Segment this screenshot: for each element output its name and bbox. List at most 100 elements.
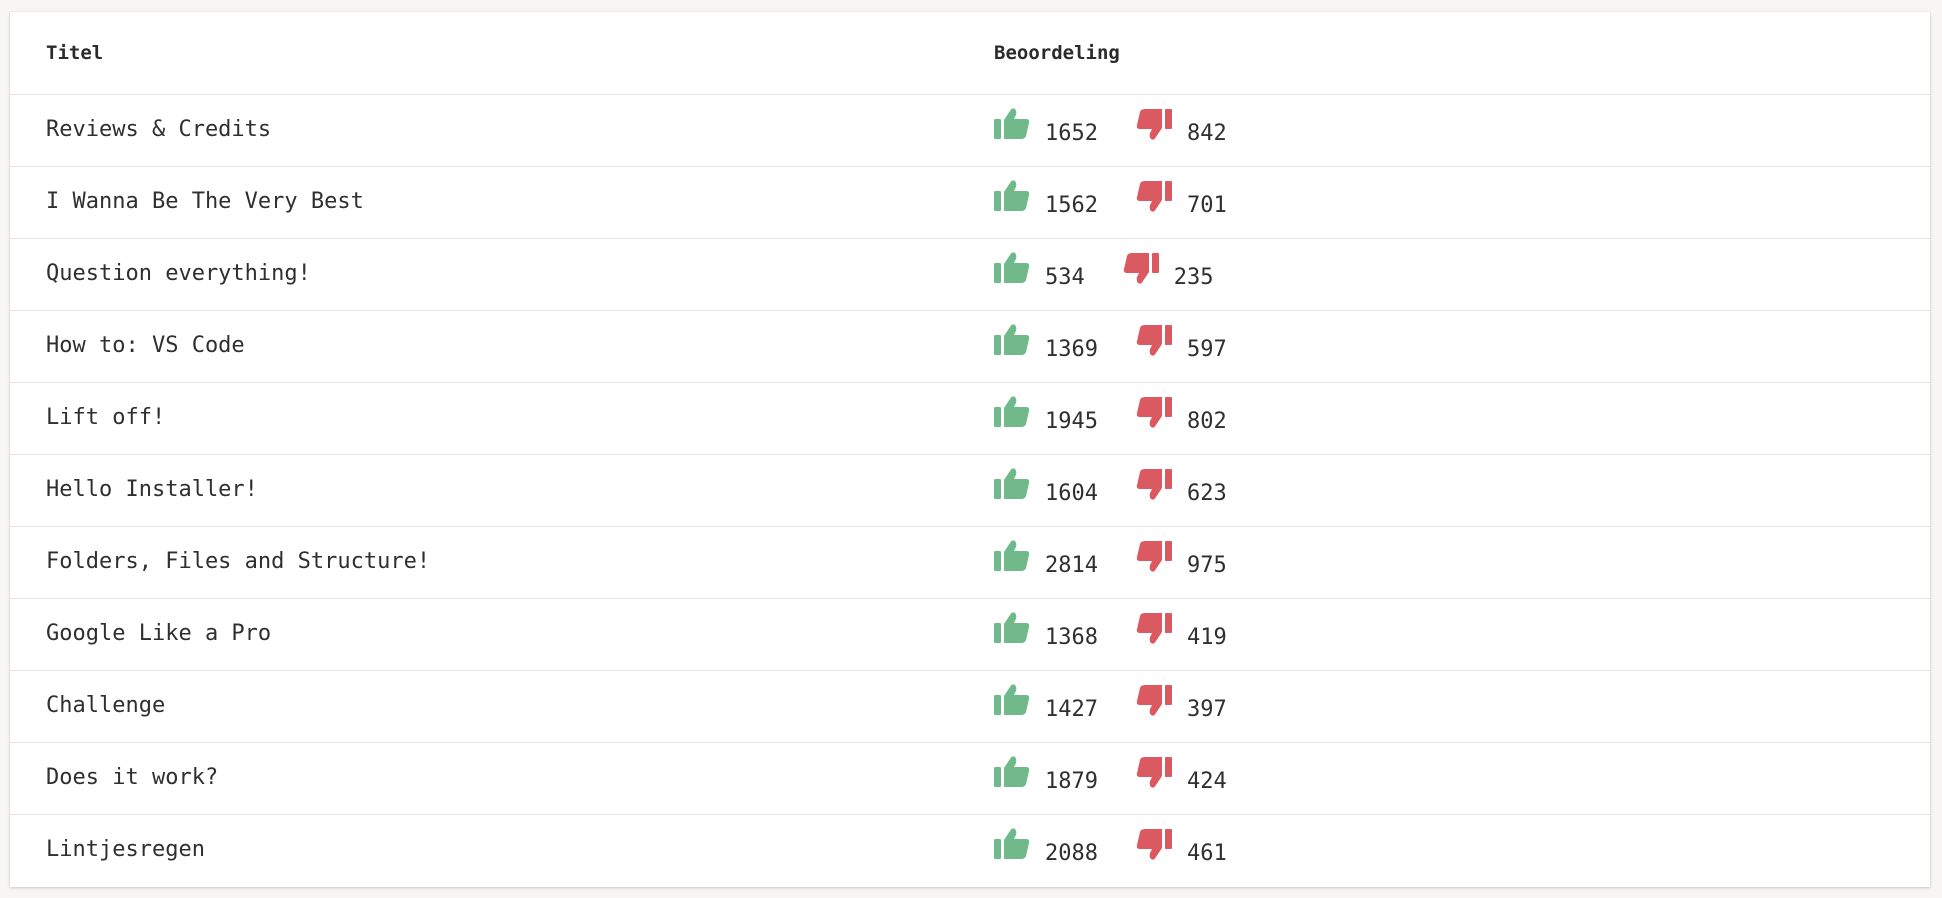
dislike-vote[interactable]: 235	[1123, 251, 1214, 290]
row-title: I Wanna Be The Very Best	[46, 189, 364, 214]
row-rating: 1369 597	[994, 323, 1265, 369]
dislike-vote[interactable]: 701	[1136, 179, 1227, 218]
table-row[interactable]: Challenge 1427 397	[10, 671, 1930, 743]
like-vote[interactable]: 1945	[994, 395, 1098, 434]
like-vote[interactable]: 2814	[994, 539, 1098, 578]
thumbs-up-icon	[994, 612, 1030, 643]
like-vote[interactable]: 1652	[994, 107, 1098, 146]
table-row[interactable]: I Wanna Be The Very Best 1562 701	[10, 167, 1930, 239]
table-row[interactable]: Lintjesregen 2088 461	[10, 815, 1930, 886]
dislike-count: 424	[1186, 769, 1227, 794]
dislike-count: 397	[1186, 697, 1227, 722]
thumbs-up-icon	[994, 252, 1030, 283]
dislike-vote[interactable]: 424	[1136, 755, 1227, 794]
dislike-count: 419	[1186, 625, 1227, 650]
row-title: Lintjesregen	[46, 837, 205, 862]
dislike-vote[interactable]: 461	[1136, 827, 1227, 866]
dislike-vote[interactable]: 419	[1136, 611, 1227, 650]
table-row[interactable]: Reviews & Credits 1652 842	[10, 95, 1930, 167]
table-row[interactable]: Hello Installer! 1604 623	[10, 455, 1930, 527]
thumbs-up-icon	[994, 828, 1030, 859]
dislike-count: 623	[1186, 481, 1227, 506]
row-title: Reviews & Credits	[46, 117, 272, 142]
like-count: 1652	[1045, 121, 1098, 146]
dislike-count: 701	[1186, 193, 1227, 218]
like-vote[interactable]: 2088	[994, 827, 1098, 866]
thumbs-down-icon	[1136, 469, 1172, 500]
like-count: 1879	[1045, 769, 1098, 794]
like-count: 2814	[1045, 553, 1098, 578]
like-vote[interactable]: 1368	[994, 611, 1098, 650]
like-count: 1604	[1045, 481, 1098, 506]
table-row[interactable]: Does it work? 1879 424	[10, 743, 1930, 815]
like-vote[interactable]: 1427	[994, 683, 1098, 722]
row-title: Does it work?	[46, 765, 219, 790]
dislike-count: 802	[1186, 409, 1227, 434]
row-rating: 1427 397	[994, 683, 1265, 729]
thumbs-up-icon	[994, 684, 1030, 715]
row-rating: 2814 975	[994, 539, 1265, 585]
thumbs-down-icon	[1136, 181, 1172, 212]
thumbs-up-icon	[994, 468, 1030, 499]
dislike-vote[interactable]: 842	[1136, 107, 1227, 146]
like-vote[interactable]: 1562	[994, 179, 1098, 218]
table-row[interactable]: Question everything! 534 235	[10, 239, 1930, 311]
row-rating: 1604 623	[994, 467, 1265, 513]
thumbs-down-icon	[1136, 613, 1172, 644]
row-rating: 1879 424	[994, 755, 1265, 801]
table-body: Reviews & Credits 1652 842 I Wanna Be Th…	[10, 95, 1930, 886]
row-rating: 2088 461	[994, 827, 1265, 873]
like-count: 2088	[1045, 841, 1098, 866]
row-rating: 1368 419	[994, 611, 1265, 657]
dislike-vote[interactable]: 802	[1136, 395, 1227, 434]
thumbs-down-icon	[1136, 109, 1172, 140]
table-row[interactable]: How to: VS Code 1369 597	[10, 311, 1930, 383]
row-title: Folders, Files and Structure!	[46, 549, 431, 574]
column-header-rating[interactable]: Beoordeling	[994, 42, 1120, 64]
dislike-vote[interactable]: 597	[1136, 323, 1227, 362]
table-row[interactable]: Folders, Files and Structure! 2814 975	[10, 527, 1930, 599]
thumbs-up-icon	[994, 540, 1030, 571]
column-header-title[interactable]: Titel	[46, 42, 103, 64]
row-rating: 534 235	[994, 251, 1252, 297]
thumbs-down-icon	[1123, 253, 1159, 284]
like-vote[interactable]: 534	[994, 251, 1085, 290]
ratings-table: Titel Beoordeling Reviews & Credits 1652…	[10, 12, 1930, 887]
thumbs-down-icon	[1136, 325, 1172, 356]
like-count: 1945	[1045, 409, 1098, 434]
like-count: 1368	[1045, 625, 1098, 650]
dislike-vote[interactable]: 623	[1136, 467, 1227, 506]
dislike-count: 597	[1186, 337, 1227, 362]
thumbs-down-icon	[1136, 829, 1172, 860]
thumbs-up-icon	[994, 324, 1030, 355]
row-title: Hello Installer!	[46, 477, 258, 502]
like-vote[interactable]: 1369	[994, 323, 1098, 362]
dislike-count: 461	[1186, 841, 1227, 866]
like-vote[interactable]: 1879	[994, 755, 1098, 794]
row-title: Google Like a Pro	[46, 621, 272, 646]
dislike-vote[interactable]: 397	[1136, 683, 1227, 722]
like-vote[interactable]: 1604	[994, 467, 1098, 506]
like-count: 1562	[1045, 193, 1098, 218]
thumbs-down-icon	[1136, 541, 1172, 572]
thumbs-up-icon	[994, 756, 1030, 787]
table-row[interactable]: Lift off! 1945 802	[10, 383, 1930, 455]
row-title: How to: VS Code	[46, 333, 245, 358]
dislike-vote[interactable]: 975	[1136, 539, 1227, 578]
like-count: 1427	[1045, 697, 1098, 722]
row-title: Question everything!	[46, 261, 311, 286]
dislike-count: 235	[1173, 265, 1214, 290]
row-rating: 1562 701	[994, 179, 1265, 225]
row-rating: 1652 842	[994, 107, 1265, 153]
thumbs-down-icon	[1136, 685, 1172, 716]
like-count: 1369	[1045, 337, 1098, 362]
table-header: Titel Beoordeling	[10, 12, 1930, 95]
thumbs-up-icon	[994, 180, 1030, 211]
table-row[interactable]: Google Like a Pro 1368 419	[10, 599, 1930, 671]
like-count: 534	[1045, 265, 1085, 290]
thumbs-up-icon	[994, 396, 1030, 427]
row-title: Lift off!	[46, 405, 166, 430]
dislike-count: 842	[1186, 121, 1227, 146]
thumbs-down-icon	[1136, 757, 1172, 788]
thumbs-down-icon	[1136, 397, 1172, 428]
